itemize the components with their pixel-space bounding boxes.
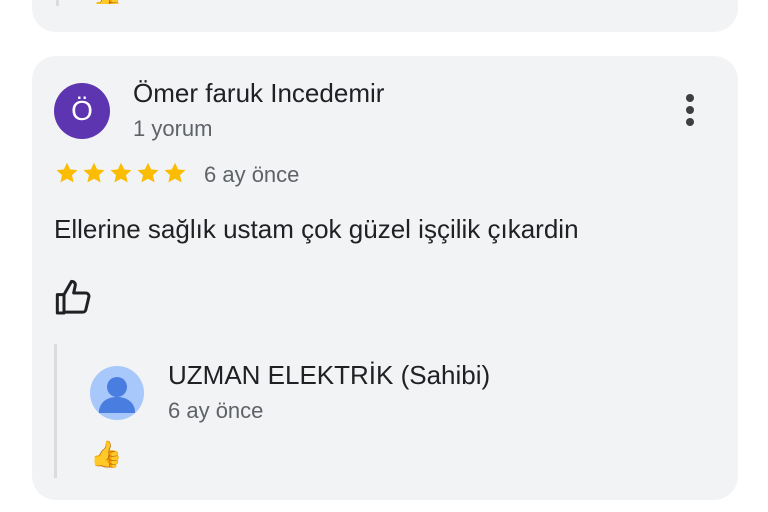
more-vertical-icon [686,94,694,126]
star-icon [137,162,159,183]
owner-avatar[interactable] [90,366,144,420]
reply-divider [54,344,57,478]
star-icon [56,162,78,183]
reviewer-review-count: 1 yorum [133,116,213,141]
previous-review-card: 👍 [32,0,738,32]
default-person-icon [99,377,135,413]
thumbs-up-emoji-icon[interactable]: 👍 [90,439,122,469]
thumbs-up-emoji-icon[interactable]: 👍 [92,0,122,4]
reviewer-avatar[interactable]: Ö [54,83,110,139]
like-button[interactable] [54,278,94,318]
more-options-button[interactable] [672,90,708,130]
reviews-page: 👍 Ö Ömer faruk Incedemir 1 yorum 6 ay ön… [0,0,768,512]
star-icon [110,162,132,183]
star-icon [164,162,186,183]
reply-divider [56,0,59,6]
star-icon [83,162,105,183]
star-rating [54,160,188,186]
review-date: 6 ay önce [204,162,300,187]
owner-reply-date: 6 ay önce [168,398,264,423]
review-text: Ellerine sağlık ustam çok güzel işçilik … [54,214,579,244]
owner-reply: UZMAN ELEKTRİK (Sahibi) 6 ay önce 👍 [54,344,714,478]
reviewer-name[interactable]: Ömer faruk Incedemir [133,78,384,109]
review-card: Ö Ömer faruk Incedemir 1 yorum 6 ay önce… [32,56,738,500]
owner-name: UZMAN ELEKTRİK (Sahibi) [168,360,491,390]
thumbs-up-outline-icon [55,279,91,315]
